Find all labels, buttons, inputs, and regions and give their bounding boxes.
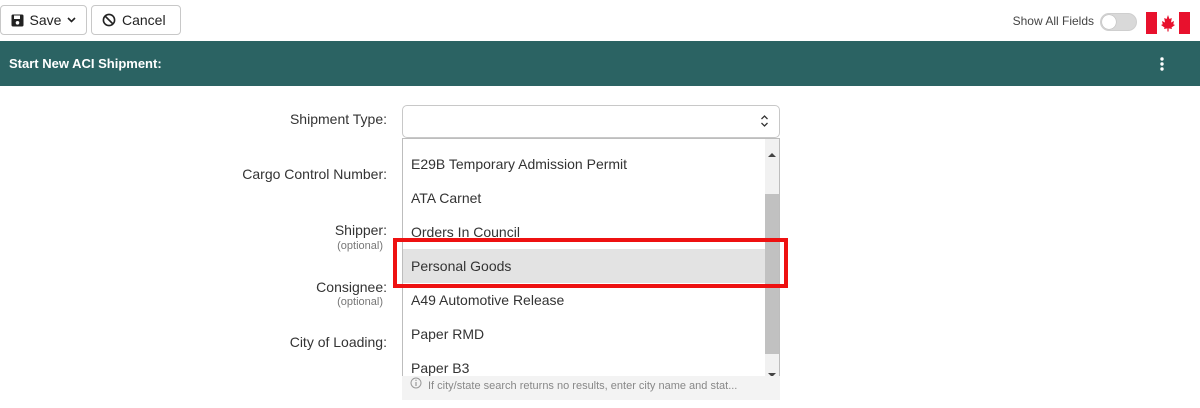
dropdown-option[interactable]: E29B Temporary Admission Permit (403, 147, 765, 181)
kebab-menu-icon[interactable] (1158, 55, 1166, 73)
shipment-type-label: Shipment Type: (289, 111, 387, 127)
floppy-disk-icon (11, 14, 24, 27)
scroll-up-arrow-icon[interactable] (768, 145, 776, 163)
dropdown-scrollbar-thumb[interactable] (765, 194, 779, 354)
show-all-fields-label: Show All Fields (1012, 14, 1094, 28)
shipper-label: Shipper: (334, 222, 387, 238)
canada-flag-icon (1146, 12, 1190, 34)
ban-icon (102, 13, 116, 27)
consignee-optional-note: (optional) (337, 296, 383, 308)
city-hint-text: If city/state search returns no results,… (428, 380, 738, 392)
dropdown-option[interactable]: Paper RMD (403, 317, 765, 351)
chevron-down-icon[interactable] (67, 17, 76, 23)
page-header: Start New ACI Shipment: (0, 41, 1200, 86)
shipment-type-select[interactable] (402, 105, 780, 138)
consignee-label: Consignee: (316, 279, 387, 295)
save-label: Save (29, 12, 62, 28)
show-all-fields-toggle[interactable] (1100, 13, 1137, 31)
cargo-control-number-label: Cargo Control Number: (242, 166, 387, 182)
info-circle-icon (410, 376, 422, 396)
cancel-label: Cancel (122, 12, 166, 28)
city-of-loading-label: City of Loading: (289, 334, 387, 350)
dropdown-option[interactable]: Orders In Council (403, 215, 765, 249)
toolbar: Save Cancel Show All Fields (0, 0, 1200, 41)
dropdown-option-highlighted[interactable]: Personal Goods (403, 249, 765, 283)
page-title: Start New ACI Shipment: (9, 56, 162, 71)
shipment-type-dropdown[interactable]: E29B Temporary Admission Permit ATA Carn… (402, 138, 780, 378)
city-of-loading-hint: If city/state search returns no results,… (402, 376, 780, 400)
select-arrows-icon (760, 114, 769, 133)
save-button[interactable]: Save (0, 5, 87, 35)
shipper-optional-note: (optional) (337, 240, 383, 252)
dropdown-option[interactable]: A49 Automotive Release (403, 283, 765, 317)
dropdown-option[interactable]: ATA Carnet (403, 181, 765, 215)
toggle-knob (1102, 15, 1116, 29)
dropdown-option[interactable]: Paper B3 (403, 351, 765, 377)
cancel-button[interactable]: Cancel (91, 5, 181, 35)
